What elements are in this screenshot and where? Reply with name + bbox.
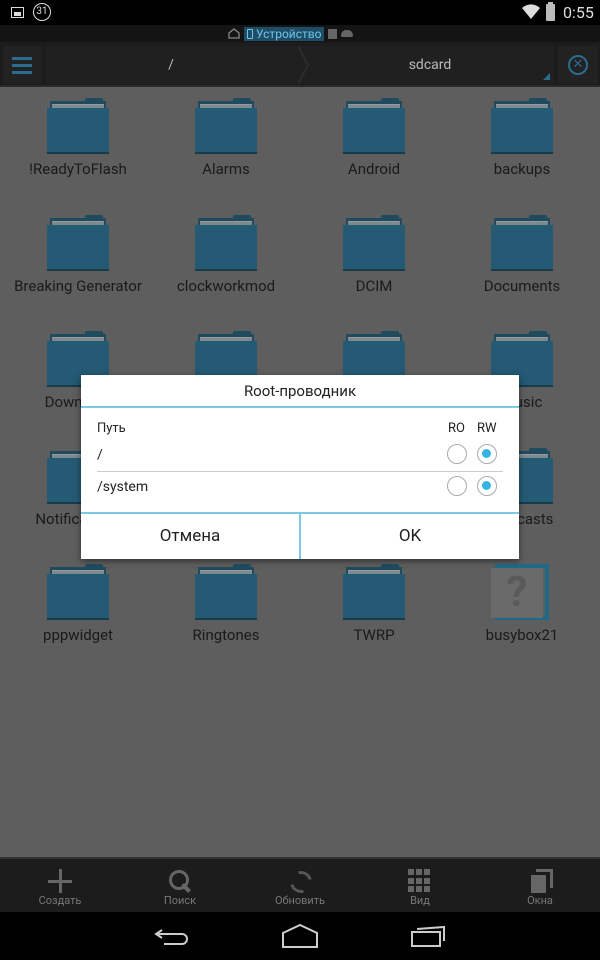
column-path-header: Путь: [97, 421, 126, 436]
location-bar: Устройство: [0, 25, 600, 42]
ro-radio[interactable]: [447, 476, 467, 496]
file-name: Alarms: [202, 160, 250, 178]
column-ro-header: RO: [448, 421, 465, 436]
breadcrumb-sdcard[interactable]: sdcard: [310, 46, 550, 84]
folder-icon: [491, 214, 553, 273]
file-item[interactable]: Documents: [448, 212, 596, 329]
file-item[interactable]: Ringtones: [152, 561, 300, 678]
image-notification-icon: [11, 7, 24, 18]
cancel-button[interactable]: Отмена: [81, 514, 301, 559]
folder-icon: [195, 214, 257, 273]
folder-icon: [47, 564, 109, 622]
computer-icon[interactable]: [328, 28, 338, 39]
battery-charging-icon: [546, 2, 555, 21]
file-name: TWRP: [353, 626, 395, 644]
root-explorer-dialog: Root-проводник Путь RO RW / /system Отме…: [81, 375, 519, 559]
navigation-bar: [0, 912, 600, 960]
windows-button[interactable]: Окна: [480, 859, 600, 912]
rw-radio[interactable]: [477, 476, 497, 496]
dropdown-corner-icon: [543, 73, 550, 80]
search-icon: [168, 869, 192, 893]
bottom-action-bar: Создать Поиск Обновить Вид Окна: [0, 857, 600, 912]
dialog-title: Root-проводник: [81, 375, 519, 408]
file-name: Breaking Generator: [14, 276, 142, 295]
mount-row: /system: [97, 474, 503, 504]
file-item[interactable]: Android: [300, 95, 448, 212]
breadcrumb-root[interactable]: /: [46, 46, 296, 84]
file-name: backups: [493, 160, 551, 178]
file-item[interactable]: !ReadyToFlash: [4, 95, 152, 212]
ok-button[interactable]: OK: [301, 514, 519, 559]
file-name: busybox21: [485, 626, 559, 644]
file-name: Ringtones: [192, 626, 260, 644]
location-device-label: Устройство: [256, 26, 322, 41]
refresh-label: Обновить: [274, 894, 326, 907]
file-item[interactable]: DCIM: [300, 212, 448, 329]
file-name: clockworkmod: [176, 276, 276, 295]
home-icon[interactable]: [228, 28, 240, 39]
folder-icon: [47, 214, 109, 273]
view-label: Вид: [410, 894, 430, 907]
file-name: !ReadyToFlash: [29, 160, 127, 178]
file-item[interactable]: Breaking Generator: [4, 212, 152, 329]
create-button[interactable]: Создать: [0, 859, 120, 912]
phone-icon: [247, 28, 253, 39]
file-item[interactable]: backups: [448, 95, 596, 212]
folder-icon: [343, 214, 405, 273]
file-name: pppwidget: [43, 626, 113, 644]
mount-path: /: [97, 447, 103, 463]
folder-icon: [343, 564, 405, 622]
calendar-icon: 31: [33, 3, 51, 21]
refresh-icon: [288, 869, 312, 893]
clock: 0:55: [563, 3, 594, 22]
file-name: DCIM: [355, 276, 393, 295]
recent-apps-icon[interactable]: [408, 922, 448, 950]
grid-view-icon: [408, 869, 432, 893]
column-rw-header: RW: [477, 421, 497, 436]
windows-label: Окна: [527, 894, 553, 907]
folder-icon: [195, 564, 257, 622]
back-icon[interactable]: [152, 922, 192, 950]
file-item[interactable]: ? busybox21: [448, 561, 596, 678]
close-circle-icon: ✕: [568, 55, 588, 75]
file-item[interactable]: Alarms: [152, 95, 300, 212]
breadcrumb-separator: [298, 46, 310, 84]
view-button[interactable]: Вид: [360, 859, 480, 912]
search-button[interactable]: Поиск: [120, 859, 240, 912]
plus-icon: [48, 869, 72, 893]
ro-radio[interactable]: [447, 444, 467, 464]
refresh-button[interactable]: Обновить: [240, 859, 360, 912]
file-item[interactable]: TWRP: [300, 561, 448, 678]
wifi-icon: [522, 4, 540, 20]
mount-path: /system: [97, 479, 149, 495]
status-bar: 31 0:55: [0, 0, 600, 25]
close-button[interactable]: ✕: [558, 46, 598, 84]
location-device[interactable]: Устройство: [244, 26, 325, 41]
unknown-file-icon: ?: [491, 564, 553, 622]
windows-icon: [528, 869, 553, 893]
toolbar: / sdcard ✕: [0, 42, 600, 87]
create-label: Создать: [38, 894, 82, 907]
search-label: Поиск: [163, 894, 197, 907]
file-name: Documents: [483, 276, 561, 295]
file-item[interactable]: clockworkmod: [152, 212, 300, 329]
rw-radio[interactable]: [477, 444, 497, 464]
mount-row: /: [97, 442, 503, 472]
cloud-icon[interactable]: [341, 30, 354, 37]
folder-icon: [195, 98, 257, 156]
folder-icon: [47, 98, 109, 156]
hamburger-menu-icon[interactable]: [3, 46, 41, 84]
breadcrumb: / sdcard: [46, 46, 554, 84]
file-name: Android: [347, 160, 401, 178]
home-icon[interactable]: [280, 922, 320, 950]
file-item[interactable]: pppwidget: [4, 561, 152, 678]
folder-icon: [491, 98, 553, 156]
folder-icon: [343, 98, 405, 156]
